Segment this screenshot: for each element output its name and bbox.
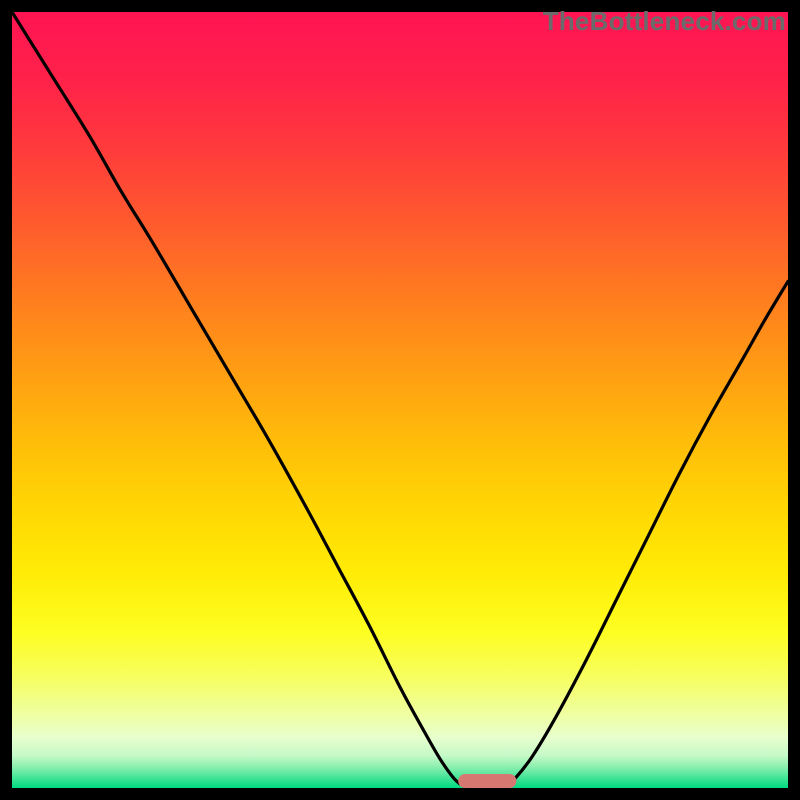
optimum-marker-group — [458, 774, 516, 788]
optimum-marker — [458, 774, 516, 788]
watermark-text: TheBottleneck.com — [543, 6, 786, 37]
chart-container: TheBottleneck.com — [0, 0, 800, 800]
plot-area — [12, 12, 788, 788]
gradient-background — [12, 12, 788, 788]
chart-svg — [12, 12, 788, 788]
